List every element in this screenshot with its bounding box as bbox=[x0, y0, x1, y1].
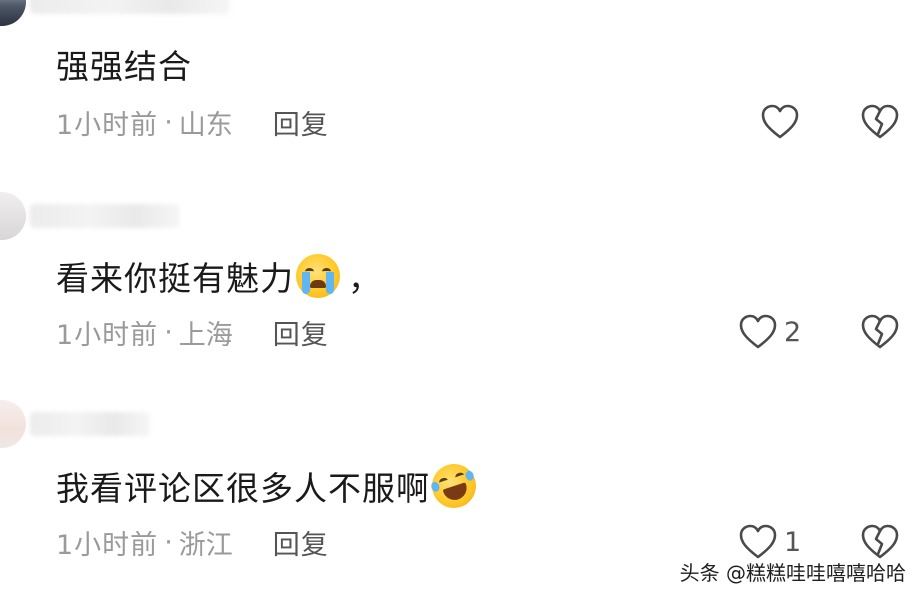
username[interactable] bbox=[30, 204, 180, 228]
broken-heart-icon bbox=[861, 314, 899, 349]
comment-3-time: 1小时前 bbox=[56, 529, 159, 561]
comment-3-meta: 1小时前 · 浙江 回复 bbox=[56, 522, 329, 562]
comment-1-time: 1小时前 bbox=[56, 109, 159, 141]
meta-separator: · bbox=[164, 106, 173, 138]
meta-separator: · bbox=[164, 526, 173, 558]
reply-button[interactable]: 回复 bbox=[273, 523, 329, 562]
comment-3-body: 我看评论区很多人不服啊 bbox=[56, 469, 430, 508]
dislike-button[interactable] bbox=[860, 312, 900, 352]
reply-button[interactable]: 回复 bbox=[273, 103, 329, 142]
reply-button[interactable]: 回复 bbox=[273, 313, 329, 352]
comment-2-meta: 1小时前 · 上海 回复 bbox=[56, 312, 329, 352]
comment-2-body: 看来你挺有魅力 bbox=[56, 259, 294, 298]
heart-outline-icon bbox=[739, 314, 777, 349]
broken-heart-icon bbox=[861, 104, 899, 139]
like-button[interactable]: 1 bbox=[738, 522, 801, 562]
rofl-emoji bbox=[426, 458, 482, 514]
dislike-button[interactable] bbox=[860, 522, 900, 562]
comment-2-punctuation: ， bbox=[348, 259, 382, 298]
comment-2-time: 1小时前 bbox=[56, 319, 159, 351]
comment-1-text: 强强结合 bbox=[56, 42, 192, 86]
like-count: 2 bbox=[784, 316, 802, 348]
comment-item-1: 强强结合 1小时前 · 山东 回复 bbox=[0, 0, 922, 160]
comment-2-header bbox=[0, 192, 240, 240]
comment-1-location: 山东 bbox=[178, 109, 233, 141]
comment-2-text: 看来你挺有魅力 ， bbox=[56, 252, 382, 300]
heart-outline-icon bbox=[761, 104, 799, 139]
comment-list: 强强结合 1小时前 · 山东 回复 看来你挺有魅力 ， 1小时前 · 上海 回复… bbox=[0, 0, 922, 598]
broken-heart-icon bbox=[861, 524, 899, 559]
heart-outline-icon bbox=[739, 524, 777, 559]
dislike-button[interactable] bbox=[860, 102, 900, 142]
like-count: 1 bbox=[784, 526, 802, 558]
like-button[interactable]: 2 bbox=[738, 312, 801, 352]
comment-3-text: 我看评论区很多人不服啊 bbox=[56, 458, 482, 514]
username[interactable] bbox=[30, 0, 230, 14]
comment-1-header bbox=[0, 0, 240, 26]
avatar[interactable] bbox=[0, 400, 26, 448]
comment-2-location: 上海 bbox=[178, 319, 233, 351]
comment-item-2: 看来你挺有魅力 ， 1小时前 · 上海 回复 2 bbox=[0, 190, 922, 370]
meta-separator: · bbox=[164, 316, 173, 348]
comment-1-body: 强强结合 bbox=[56, 47, 192, 86]
crying-face-emoji bbox=[296, 254, 340, 298]
username[interactable] bbox=[30, 412, 150, 436]
like-button[interactable] bbox=[760, 102, 806, 142]
avatar[interactable] bbox=[0, 0, 26, 26]
comment-1-meta: 1小时前 · 山东 回复 bbox=[56, 102, 329, 142]
avatar[interactable] bbox=[0, 192, 26, 240]
comment-3-header bbox=[0, 400, 240, 448]
watermark: 头条 @糕糕哇哇嘻嘻哈哈 bbox=[679, 561, 906, 585]
comment-3-location: 浙江 bbox=[178, 529, 233, 561]
